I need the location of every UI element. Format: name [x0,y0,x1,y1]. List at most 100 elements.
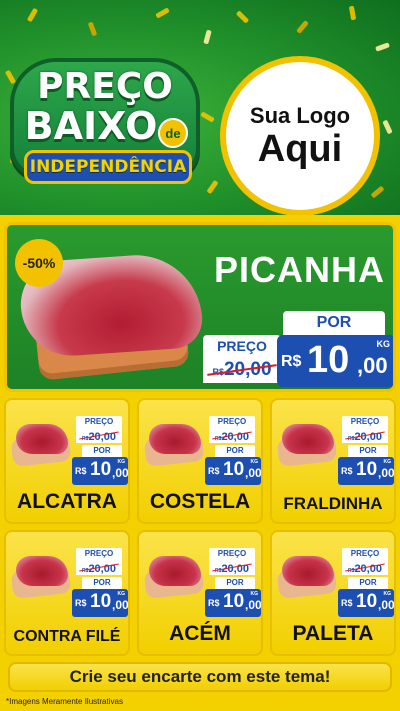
confetti-decoration [382,119,393,135]
promo-title-line1: PREÇO [37,66,173,107]
product-name: ACÉM [169,622,231,645]
price-currency: R$ [208,598,220,608]
product-name: COSTELA [149,490,251,513]
old-price: R$20,00 [209,560,255,575]
price-currency: R$ [281,353,302,370]
price-integer: 10 [223,591,245,612]
price-integer: 10 [90,459,112,480]
price-cents: ,00 [357,353,388,378]
new-price: R$ 10,00 KG [338,457,394,485]
por-label: POR [283,311,385,335]
confetti-decoration [87,21,98,37]
price-cents: ,00 [378,466,395,480]
header-banner: PREÇO BAIXO de INDEPENDÊNCIA Sua Logo Aq… [0,0,400,215]
featured-product-card: -50% PICANHA POR PREÇO R$20,00 R$ 10 ,00… [4,222,396,392]
old-price: R$20,00 [209,428,255,443]
por-label: POR [82,445,122,457]
por-label: POR [215,577,255,589]
new-price: R$ 10,00 KG [205,457,261,485]
price-currency: R$ [341,466,353,476]
preco-label: PREÇO [209,416,255,428]
price-unit: KG [376,339,391,349]
price-unit: KG [117,459,126,465]
preco-label: PREÇO [209,548,255,560]
meat-image [16,556,68,586]
price-integer: 10 [356,459,378,480]
confetti-decoration [155,7,170,19]
promo-logo: PREÇO BAIXO de INDEPENDÊNCIA [10,58,200,193]
disclaimer-text: *Imagens Meramente Ilustrativas [6,697,123,706]
product-name: PALETA [292,622,374,645]
preco-label: PREÇO [342,548,388,560]
price-cents: ,00 [112,466,129,480]
product-card-fraldinha: PREÇO R$20,00 POR R$ 10,00 KG FRALDINHA [270,398,396,524]
price-unit: KG [117,591,126,597]
price-currency: R$ [75,598,87,608]
confetti-decoration [375,42,390,52]
price-cents: ,00 [245,466,262,480]
old-price: R$20,00 [203,357,281,383]
logo-text-line2: Aqui [257,128,343,170]
price-currency: R$ [341,598,353,608]
new-price: R$ 10 ,00 KG [277,335,393,387]
new-price: R$ 10,00 KG [72,457,128,485]
preco-label: PREÇO [203,335,281,357]
product-name: CONTRA FILÉ [13,628,121,645]
logo-text-line1: Sua Logo [249,103,351,128]
price-unit: KG [383,459,392,465]
promo-de-badge: de [158,118,188,148]
old-price: R$20,00 [76,560,122,575]
price-cents: ,00 [245,598,262,612]
meat-image [16,424,68,454]
product-name: ALCATRA [17,490,117,513]
store-logo-placeholder: Sua Logo Aqui [220,56,380,215]
confetti-decoration [206,179,219,195]
price-cents: ,00 [112,598,129,612]
price-unit: KG [250,591,259,597]
por-label: POR [348,445,388,457]
confetti-decoration [370,185,385,199]
preco-label: PREÇO [76,416,122,428]
old-price: R$20,00 [342,560,388,575]
confetti-decoration [26,7,39,23]
promo-title-line2: BAIXO [24,104,158,148]
confetti-decoration [200,111,215,123]
new-price: R$ 10,00 KG [72,589,128,617]
old-price: R$20,00 [342,428,388,443]
featured-product-name: PICANHA [213,249,385,290]
confetti-decoration [235,10,250,24]
preco-label: PREÇO [342,416,388,428]
por-label: POR [348,577,388,589]
product-card-acem: PREÇO R$20,00 POR R$ 10,00 KG ACÉM [137,530,263,656]
price-cents: ,00 [378,598,395,612]
meat-image [282,424,334,454]
meat-image [149,556,201,586]
product-card-contra-file: PREÇO R$20,00 POR R$ 10,00 KG CONTRA FILÉ [4,530,130,656]
price-integer: 10 [307,339,350,381]
por-label: POR [215,445,255,457]
create-flyer-cta-button[interactable]: Crie seu encarte com este tema! [8,662,392,692]
product-name: FRALDINHA [283,494,383,513]
discount-badge: -50% [15,239,63,287]
confetti-decoration [203,29,212,45]
price-currency: R$ [208,466,220,476]
product-card-alcatra: PREÇO R$20,00 POR R$ 10,00 KG ALCATRA [4,398,130,524]
confetti-decoration [296,20,309,34]
preco-label: PREÇO [76,548,122,560]
por-label: POR [82,577,122,589]
confetti-decoration [348,5,357,21]
meat-image [282,556,334,586]
new-price: R$ 10,00 KG [338,589,394,617]
price-unit: KG [250,459,259,465]
meat-image [149,424,201,454]
price-integer: 10 [90,591,112,612]
old-price: R$20,00 [76,428,122,443]
product-card-paleta: PREÇO R$20,00 POR R$ 10,00 KG PALETA [270,530,396,656]
price-integer: 10 [223,459,245,480]
new-price: R$ 10,00 KG [205,589,261,617]
product-card-costela: PREÇO R$20,00 POR R$ 10,00 KG COSTELA [137,398,263,524]
price-integer: 10 [356,591,378,612]
price-unit: KG [383,591,392,597]
promo-ribbon: INDEPENDÊNCIA [24,150,192,184]
price-currency: R$ [75,466,87,476]
